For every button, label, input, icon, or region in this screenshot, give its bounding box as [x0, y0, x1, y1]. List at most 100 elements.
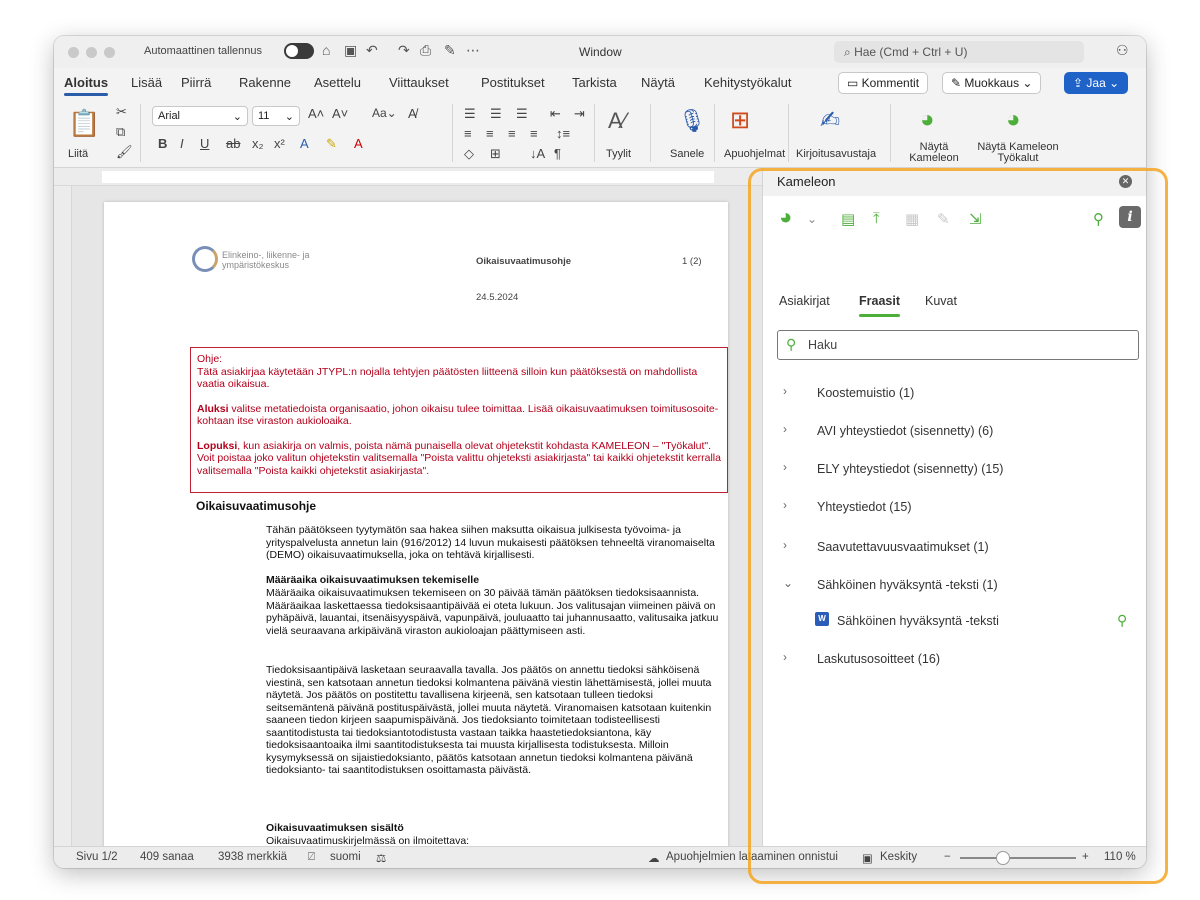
phrase-category[interactable]: › Laskutusosoitteet (16)	[763, 648, 1146, 672]
phrase-category[interactable]: › Koostemuistio (1)	[763, 382, 1146, 406]
tab-kehitystyokalut[interactable]: Kehitystyökalut	[704, 75, 791, 90]
instruction-box[interactable]: Ohje: Tätä asiakirjaa käytetään JTYPL:n …	[190, 347, 728, 493]
export-document-icon[interactable]: ⇲	[969, 210, 982, 228]
italic-icon[interactable]: I	[180, 136, 184, 151]
editing-button[interactable]: ✎ Muokkaus ⌄	[942, 72, 1042, 94]
writing-assistant-icon[interactable]: ✍	[820, 106, 840, 135]
zoom-out-icon[interactable]: −	[944, 851, 951, 863]
underline-icon[interactable]: U	[200, 136, 209, 151]
format-painter-icon[interactable]: ✎	[444, 42, 456, 59]
close-icon[interactable]: ✕	[1119, 175, 1132, 188]
tab-asettelu[interactable]: Asettelu	[314, 75, 361, 90]
document-canvas[interactable]: Elinkeino-, liikenne- ja ympäristökeskus…	[72, 186, 762, 846]
multilevel-list-icon[interactable]: ☰	[516, 106, 528, 122]
shading-icon[interactable]: ◇	[464, 146, 474, 162]
font-size-select[interactable]: 11 ⌄	[252, 106, 300, 126]
zoom-slider-handle[interactable]	[996, 851, 1010, 865]
change-case-icon[interactable]: Aa⌄	[372, 106, 397, 120]
proofing-icon[interactable]: ⍁	[308, 851, 315, 864]
focus-label[interactable]: Keskity	[880, 851, 917, 863]
save-icon[interactable]: ▣	[344, 42, 357, 59]
line-spacing-icon[interactable]: ↕≡	[556, 126, 570, 141]
tab-tarkista[interactable]: Tarkista	[572, 75, 617, 90]
tab-fraasit[interactable]: Fraasit	[859, 294, 900, 317]
shrink-font-icon[interactable]: A˅	[332, 106, 348, 121]
phrase-category-expanded[interactable]: ⌄ Sähköinen hyväksyntä -teksti (1)	[763, 574, 1146, 598]
undo-icon[interactable]: ↶	[366, 42, 378, 59]
people-icon[interactable]: ⚇	[1116, 42, 1129, 59]
addins-icon[interactable]: ⊞	[730, 106, 750, 135]
kameleon-logo-icon[interactable]: ◕	[779, 204, 792, 230]
phrase-item[interactable]: W Sähköinen hyväksyntä -teksti ⚲	[763, 610, 1146, 634]
align-center-icon[interactable]: ≡	[486, 126, 494, 141]
chevron-down-icon[interactable]: ⌄	[807, 212, 817, 226]
zoom-in-icon[interactable]: +	[1082, 851, 1089, 863]
tab-nayta[interactable]: Näytä	[641, 75, 675, 90]
autosave-toggle[interactable]	[284, 43, 314, 59]
horizontal-ruler[interactable]	[54, 168, 762, 186]
clear-format-icon[interactable]: A̸	[408, 106, 417, 121]
tab-piirra[interactable]: Piirrä	[181, 75, 211, 90]
zoom-window-button[interactable]	[104, 47, 115, 58]
font-color-icon[interactable]: A	[354, 136, 363, 151]
numbering-icon[interactable]: ☰	[490, 106, 502, 122]
zoom-slider[interactable]	[960, 857, 1076, 859]
bold-icon[interactable]: B	[158, 136, 167, 151]
user-icon[interactable]: ⚲	[1093, 210, 1104, 228]
redo-icon[interactable]: ↷	[398, 42, 410, 59]
page-indicator[interactable]: Sivu 1/2	[76, 851, 118, 863]
phrase-category[interactable]: › AVI yhteystiedot (sisennetty) (6)	[763, 420, 1146, 444]
document-icon[interactable]: ▤	[841, 210, 855, 228]
decrease-indent-icon[interactable]: ⇤	[550, 106, 561, 122]
info-icon[interactable]: i	[1119, 206, 1141, 228]
home-icon[interactable]: ⌂	[322, 42, 330, 58]
superscript-icon[interactable]: x²	[274, 136, 285, 151]
tab-postitukset[interactable]: Postitukset	[481, 75, 545, 90]
char-count[interactable]: 3938 merkkiä	[218, 851, 287, 863]
share-button[interactable]: ⇪ Jaa ⌄	[1064, 72, 1129, 94]
focus-icon[interactable]: ▣	[862, 851, 873, 865]
tab-aloitus[interactable]: Aloitus	[64, 75, 109, 96]
highlight-icon[interactable]: ✎	[326, 136, 337, 152]
more-icon[interactable]: ⋯	[466, 42, 480, 59]
tab-rakenne[interactable]: Rakenne	[239, 75, 291, 90]
styles-icon[interactable]: A⁄	[608, 108, 626, 134]
document-page[interactable]: Elinkeino-, liikenne- ja ympäristökeskus…	[104, 202, 728, 846]
kameleon-icon[interactable]: ◕	[920, 106, 935, 134]
language-label[interactable]: suomi	[330, 851, 361, 863]
upload-icon[interactable]: ⤒	[873, 210, 880, 227]
paste-icon[interactable]: 📋	[68, 108, 100, 139]
zoom-level[interactable]: 110 %	[1104, 851, 1136, 863]
text-effects-icon[interactable]: A	[300, 136, 309, 151]
format-painter-icon[interactable]: 🖌	[116, 144, 133, 160]
tab-asiakirjat[interactable]: Asiakirjat	[779, 294, 830, 308]
subscript-icon[interactable]: x₂	[252, 136, 264, 151]
copy-icon[interactable]: ⧉	[116, 124, 125, 140]
tab-viittaukset[interactable]: Viittaukset	[389, 75, 449, 90]
phrase-category[interactable]: › Yhteystiedot (15)	[763, 496, 1146, 520]
search-input[interactable]: ⌕ Hae (Cmd + Ctrl + U)	[834, 41, 1084, 63]
tab-kuvat[interactable]: Kuvat	[925, 294, 957, 308]
print-icon[interactable]: ⎙	[420, 42, 431, 59]
strikethrough-icon[interactable]: ab	[226, 136, 240, 151]
justify-icon[interactable]: ≡	[530, 126, 538, 141]
phrase-category[interactable]: › Saavutettavuusvaatimukset (1)	[763, 536, 1146, 560]
bullets-icon[interactable]: ☰	[464, 106, 476, 122]
cut-icon[interactable]: ✂	[116, 104, 127, 120]
align-left-icon[interactable]: ≡	[464, 126, 472, 141]
close-window-button[interactable]	[68, 47, 79, 58]
phrase-category[interactable]: › ELY yhteystiedot (sisennetty) (15)	[763, 458, 1146, 482]
pin-icon[interactable]: ⚲	[1117, 612, 1127, 629]
kameleon-tools-icon[interactable]: ◕	[1006, 106, 1021, 134]
font-name-select[interactable]: Arial ⌄	[152, 106, 248, 126]
comments-button[interactable]: ▭ Kommentit	[838, 72, 929, 94]
sort-icon[interactable]: ↓A	[530, 146, 545, 161]
phrase-search-input[interactable]: ⚲ Haku	[777, 330, 1139, 360]
increase-indent-icon[interactable]: ⇥	[574, 106, 585, 122]
grow-font-icon[interactable]: A˄	[308, 106, 324, 121]
paragraph-marks-icon[interactable]: ¶	[554, 146, 561, 161]
align-right-icon[interactable]: ≡	[508, 126, 516, 141]
borders-icon[interactable]: ⊞	[490, 146, 501, 162]
tab-lisaa[interactable]: Lisää	[131, 75, 162, 90]
microphone-icon[interactable]: 🎙	[678, 108, 706, 134]
